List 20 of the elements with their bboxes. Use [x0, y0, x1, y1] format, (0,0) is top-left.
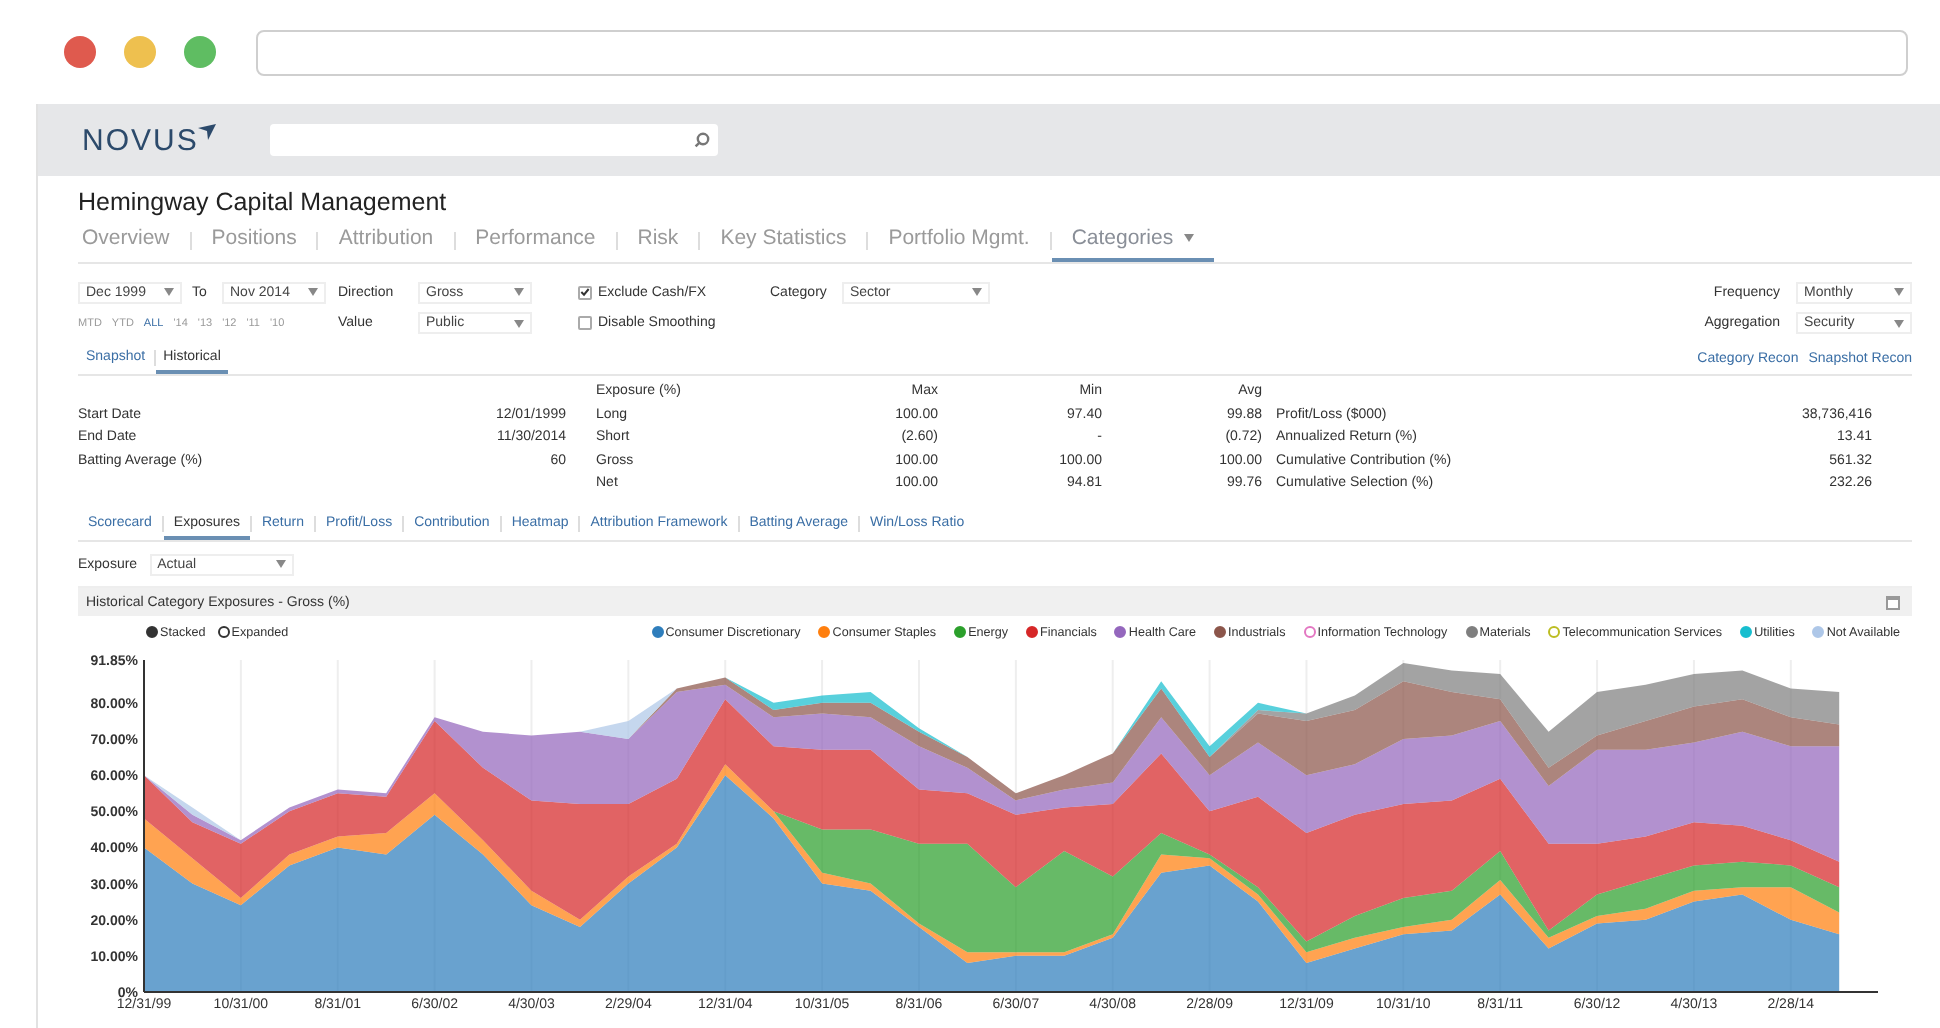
nav-tab[interactable]: Categories	[1051, 226, 1214, 262]
caret-icon	[972, 288, 982, 297]
check-icon	[580, 286, 590, 299]
window-close-button[interactable]	[64, 36, 96, 68]
window-minimize-button[interactable]	[124, 36, 156, 68]
logo: NOVUS	[82, 123, 270, 157]
caret-icon	[308, 288, 318, 297]
search-icon	[694, 132, 710, 148]
maximize-icon[interactable]	[1886, 595, 1900, 609]
logo-arrow-icon	[198, 123, 217, 139]
window-zoom-button[interactable]	[184, 36, 216, 68]
caret-icon	[1894, 319, 1904, 328]
caret-icon	[514, 288, 524, 297]
caret-icon	[275, 560, 286, 568]
caret-icon	[1894, 288, 1904, 297]
address-bar[interactable]	[256, 29, 1908, 75]
caret-icon	[514, 319, 524, 328]
search-field[interactable]	[270, 124, 718, 156]
caret-icon	[164, 288, 174, 297]
page-title: Hemingway Capital Management	[78, 188, 449, 220]
